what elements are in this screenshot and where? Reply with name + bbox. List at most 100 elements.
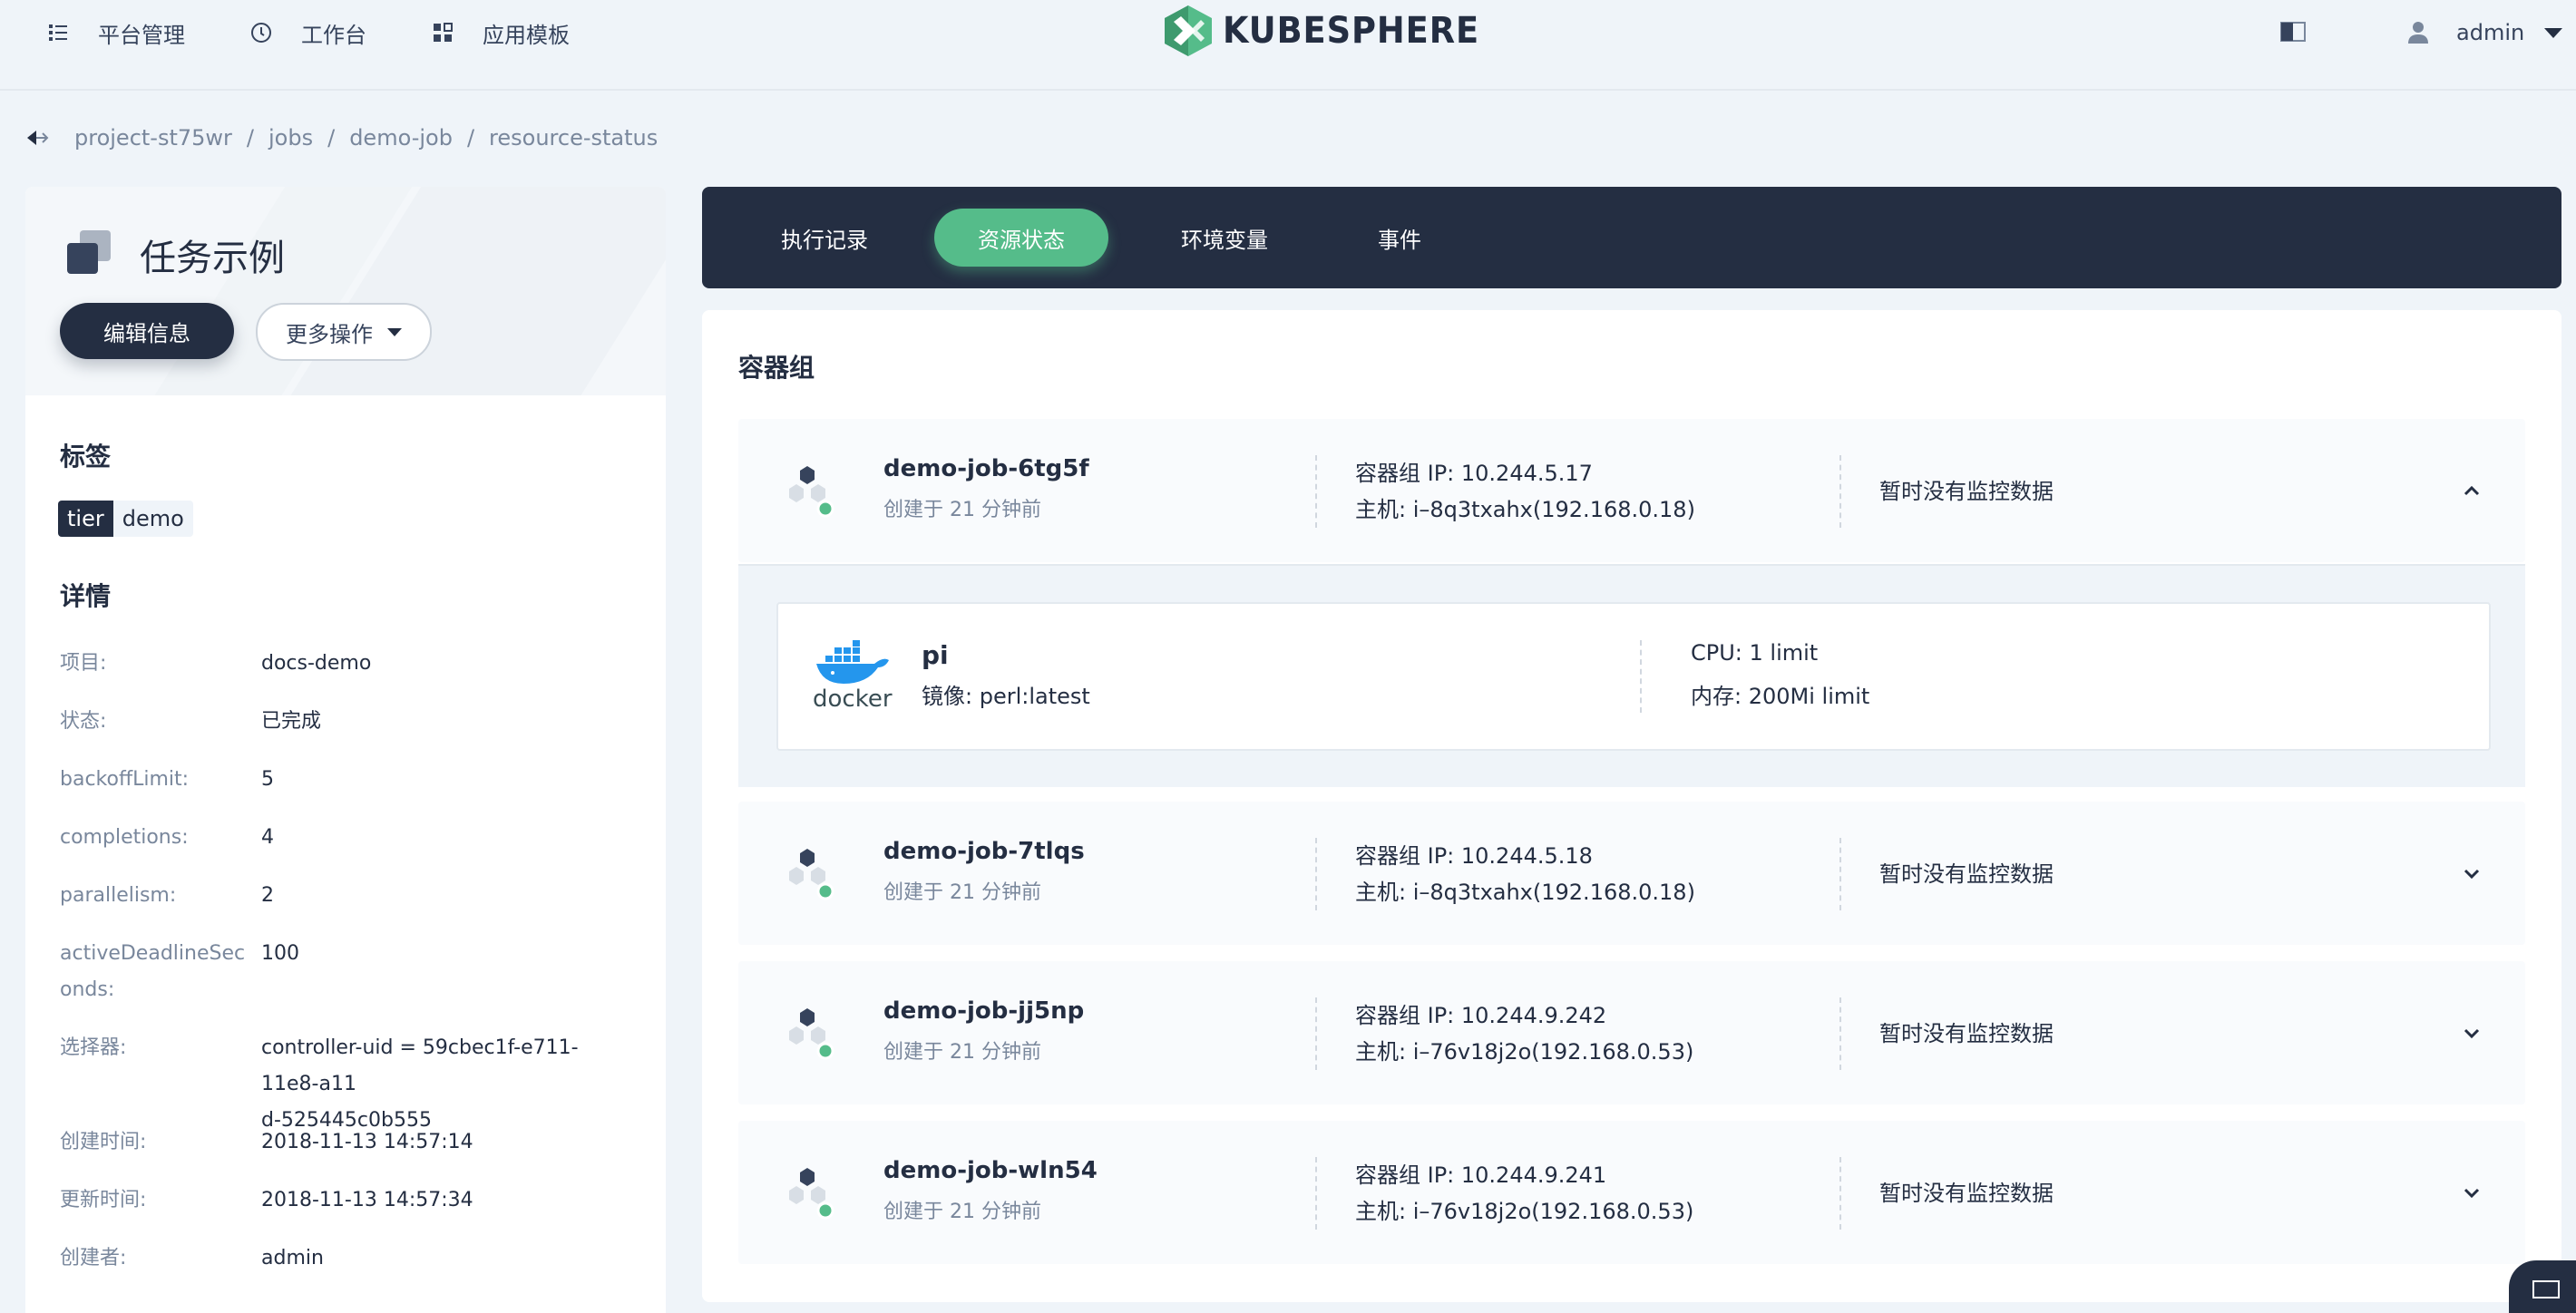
pod-row[interactable]: demo-job-jj5np 创建于 21 分钟前 容器组 IP: 10.244… xyxy=(738,961,2525,1104)
toolbox-button[interactable] xyxy=(2509,1260,2576,1313)
toolbox-icon xyxy=(2532,1280,2560,1298)
job-icon xyxy=(65,229,112,276)
divider xyxy=(1839,455,1841,528)
pod-hexagon-icon xyxy=(789,1008,834,1060)
chevron-down-icon[interactable] xyxy=(2460,1021,2483,1045)
kubesphere-logo[interactable]: KUBESPHERE xyxy=(1163,4,1502,58)
label-tag: tier demo xyxy=(58,501,193,537)
pod-created-time: 创建于 21 分钟前 xyxy=(883,499,1041,521)
detail-value: docs-demo xyxy=(261,652,372,675)
pod-name[interactable]: demo-job-jj5np xyxy=(883,997,1084,1025)
pod-name[interactable]: demo-job-7tlqs xyxy=(883,838,1085,865)
container-card[interactable]: docker pi 镜像: perl:latest CPU: 1 limit 内… xyxy=(776,602,2491,751)
nav-app-templates-label: 应用模板 xyxy=(483,22,570,48)
pod-hexagon-icon xyxy=(789,466,834,518)
nav-workbench[interactable]: 工作台 xyxy=(250,15,366,51)
pod-created-time: 创建于 21 分钟前 xyxy=(883,1041,1041,1064)
detail-value-line: controller-uid = 59cbec1f-e711-11e8-a11 xyxy=(261,1036,579,1095)
tag-key: tier xyxy=(58,501,113,537)
pod-created-time: 创建于 21 分钟前 xyxy=(883,1201,1041,1223)
pod-host: 主机: i–76v18j2o(192.168.0.53) xyxy=(1355,1199,1694,1224)
divider xyxy=(1315,997,1317,1070)
back-arrow-icon[interactable] xyxy=(25,128,49,148)
docker-logo-text: docker xyxy=(813,686,893,713)
breadcrumb-separator: / xyxy=(246,125,254,151)
top-navigation: 平台管理 工作台 应用模板 KUBESPHERE admin xyxy=(0,0,2576,91)
pod-monitoring-status: 暂时没有监控数据 xyxy=(1879,1181,2054,1206)
tab-resource-status[interactable]: 资源状态 xyxy=(934,209,1108,267)
divider xyxy=(1315,838,1317,910)
caret-down-icon xyxy=(387,327,402,336)
detail-label: 更新时间: xyxy=(60,1189,147,1211)
layout-toggle-icon[interactable] xyxy=(2280,22,2306,42)
logo-text: KUBESPHERE xyxy=(1223,10,1480,52)
detail-label: 状态: xyxy=(60,710,107,733)
tab-events[interactable]: 事件 xyxy=(1341,209,1459,267)
user-name: admin xyxy=(2456,20,2525,45)
detail-value: controller-uid = 59cbec1f-e711-11e8-a11 … xyxy=(261,1030,624,1139)
platform-icon xyxy=(47,22,69,44)
pod-row[interactable]: demo-job-7tlqs 创建于 21 分钟前 容器组 IP: 10.244… xyxy=(738,802,2525,945)
breadcrumb-separator: / xyxy=(327,125,336,151)
container-name: pi xyxy=(922,640,949,670)
pod-hexagon-icon xyxy=(789,849,834,900)
pod-name[interactable]: demo-job-6tg5f xyxy=(883,455,1089,482)
container-cpu-limit: CPU: 1 limit xyxy=(1691,640,1819,666)
tag-value: demo xyxy=(112,501,193,537)
user-avatar-icon xyxy=(2407,21,2429,44)
nav-app-templates[interactable]: 应用模板 xyxy=(432,15,570,51)
detail-label-line: onds: xyxy=(60,978,115,1001)
detail-label: 项目: xyxy=(60,652,107,675)
pod-monitoring-status: 暂时没有监控数据 xyxy=(1879,861,2054,887)
detail-label: backoffLimit: xyxy=(60,768,190,791)
nav-platform-label: 平台管理 xyxy=(98,22,185,48)
pods-section-title: 容器组 xyxy=(738,353,815,383)
workbench-icon xyxy=(250,22,272,44)
pod-created-time: 创建于 21 分钟前 xyxy=(883,881,1041,904)
job-title: 任务示例 xyxy=(140,238,285,279)
pod-host: 主机: i–8q3txahx(192.168.0.18) xyxy=(1355,880,1695,905)
pod-name[interactable]: demo-job-wln54 xyxy=(883,1157,1098,1184)
detail-tabs: 执行记录 资源状态 环境变量 事件 xyxy=(702,187,2561,288)
pod-ip: 容器组 IP: 10.244.9.241 xyxy=(1355,1162,1607,1188)
detail-value: 2 xyxy=(261,884,274,907)
pod-ip: 容器组 IP: 10.244.9.242 xyxy=(1355,1003,1607,1028)
divider xyxy=(1839,1157,1841,1230)
user-menu[interactable]: admin xyxy=(2407,15,2563,51)
user-chevron-down-icon xyxy=(2544,27,2563,38)
labels-section-title: 标签 xyxy=(60,442,112,472)
breadcrumb-project[interactable]: project-st75wr xyxy=(74,125,232,151)
detail-label: 选择器: xyxy=(60,1036,127,1059)
resource-status-panel: 容器组 demo-job-6tg5f 创建于 21 分钟前 容器组 IP: 10… xyxy=(702,310,2561,1302)
pod-host: 主机: i–8q3txahx(192.168.0.18) xyxy=(1355,497,1695,522)
detail-label: 创建者: xyxy=(60,1247,127,1269)
detail-value: 2018-11-13 14:57:14 xyxy=(261,1131,473,1153)
detail-label: activeDeadlineSec onds: xyxy=(60,936,245,1008)
tab-environment-variables[interactable]: 环境变量 xyxy=(1152,209,1297,267)
details-section-title: 详情 xyxy=(60,581,112,611)
divider xyxy=(1839,997,1841,1070)
tab-execution-records[interactable]: 执行记录 xyxy=(758,209,891,267)
pod-ip: 容器组 IP: 10.244.5.18 xyxy=(1355,843,1593,869)
detail-value: 4 xyxy=(261,826,274,849)
detail-value: admin xyxy=(261,1247,324,1269)
divider xyxy=(1315,455,1317,528)
chevron-down-icon[interactable] xyxy=(2460,861,2483,885)
pod-monitoring-status: 暂时没有监控数据 xyxy=(1879,479,2054,504)
edit-info-button[interactable]: 编辑信息 xyxy=(60,303,234,359)
chevron-down-icon[interactable] xyxy=(2460,1181,2483,1204)
divider xyxy=(1640,640,1642,713)
more-actions-button[interactable]: 更多操作 xyxy=(256,303,432,361)
chevron-up-icon[interactable] xyxy=(2460,479,2483,502)
breadcrumb-job[interactable]: demo-job xyxy=(349,125,453,151)
more-actions-label: 更多操作 xyxy=(286,321,373,347)
breadcrumb-jobs[interactable]: jobs xyxy=(268,125,313,151)
pod-row[interactable]: demo-job-6tg5f 创建于 21 分钟前 容器组 IP: 10.244… xyxy=(738,419,2525,562)
pod-row[interactable]: demo-job-wln54 创建于 21 分钟前 容器组 IP: 10.244… xyxy=(738,1121,2525,1264)
docker-logo-icon: docker xyxy=(811,640,893,713)
divider xyxy=(1839,838,1841,910)
pod-ip: 容器组 IP: 10.244.5.17 xyxy=(1355,461,1593,486)
detail-label: parallelism: xyxy=(60,884,177,907)
pod-host: 主机: i–76v18j2o(192.168.0.53) xyxy=(1355,1039,1694,1065)
nav-platform-management[interactable]: 平台管理 xyxy=(47,15,185,51)
